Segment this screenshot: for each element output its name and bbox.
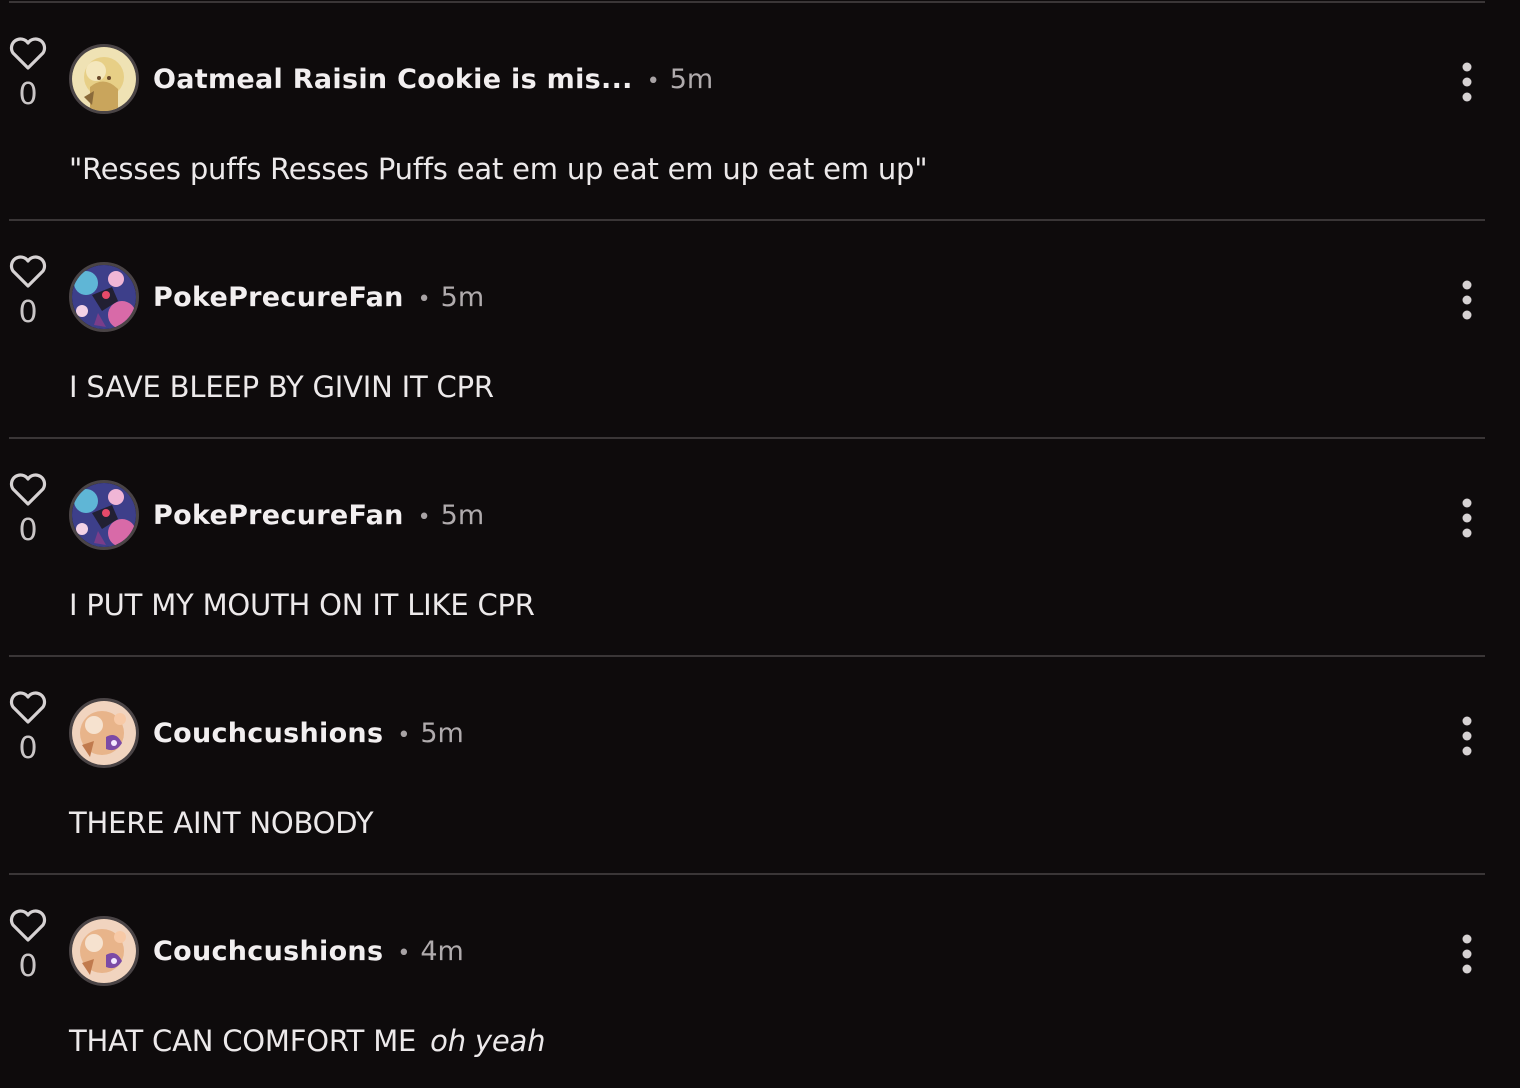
like-control: 0 (6, 908, 50, 984)
comment-text-main: "Resses puffs Resses Puffs eat em up eat… (69, 152, 928, 186)
separator-dot: • (417, 287, 431, 312)
username[interactable]: Couchcushions (153, 936, 383, 967)
username[interactable]: PokePrecureFan (153, 282, 404, 313)
comment-item: 0 PokePrecureFan • 5m I SAVE BLEEP BY GIVI… (0, 222, 1520, 440)
comment-meta: Oatmeal Raisin Cookie is mis... • 5m (153, 60, 713, 100)
more-vertical-icon[interactable] (1452, 60, 1482, 104)
avatar[interactable] (69, 262, 139, 332)
comment-text-main: THAT CAN COMFORT ME (69, 1024, 417, 1058)
couchcushions-avatar (72, 701, 136, 765)
like-count: 0 (18, 295, 38, 330)
comment-item: 0 PokePrecureFan • 5m I PUT MY MOUTH ON IT… (0, 440, 1520, 658)
more-vertical-icon[interactable] (1452, 932, 1482, 976)
timestamp: 5m (440, 500, 485, 531)
separator-dot: • (646, 69, 660, 94)
avatar[interactable] (69, 44, 139, 114)
comment-text: I SAVE BLEEP BY GIVIN IT CPR (69, 370, 508, 404)
like-count: 0 (18, 949, 38, 984)
heart-outline-icon[interactable] (8, 690, 48, 726)
comment-divider (9, 437, 1485, 439)
more-vertical-icon[interactable] (1452, 278, 1482, 322)
comment-item: 0 Couchcushions • 4m THAT CAN COMFORT ME oh… (0, 876, 1520, 1088)
timestamp: 5m (420, 718, 464, 749)
timestamp: 5m (669, 64, 714, 95)
oatmeal-raisin-cookie-avatar (72, 47, 136, 111)
pokeprecurefan-avatar (72, 483, 136, 547)
couchcushions-avatar (72, 919, 136, 983)
username[interactable]: Couchcushions (153, 718, 383, 749)
like-control: 0 (6, 36, 50, 112)
pokeprecurefan-avatar (72, 265, 136, 329)
comment-meta: Couchcushions • 5m (153, 714, 464, 754)
heart-outline-icon[interactable] (8, 254, 48, 290)
heart-outline-icon[interactable] (8, 472, 48, 508)
comment-divider (9, 873, 1485, 875)
more-vertical-icon[interactable] (1452, 714, 1482, 758)
heart-outline-icon[interactable] (8, 36, 48, 72)
timestamp: 5m (440, 282, 485, 313)
username[interactable]: PokePrecureFan (153, 500, 404, 531)
comment-divider (9, 219, 1485, 221)
comment-text: THERE AINT NOBODY (69, 806, 387, 840)
like-count: 0 (18, 731, 38, 766)
like-control: 0 (6, 254, 50, 330)
separator-dot: • (397, 941, 411, 966)
comment-text: THAT CAN COMFORT ME oh yeah (69, 1024, 545, 1058)
timestamp: 4m (420, 936, 464, 967)
comment-meta: PokePrecureFan • 5m (153, 278, 484, 318)
like-control: 0 (6, 472, 50, 548)
comment-meta: PokePrecureFan • 5m (153, 496, 484, 536)
avatar[interactable] (69, 698, 139, 768)
comment-text-italic: oh yeah (430, 1024, 546, 1058)
like-count: 0 (18, 77, 38, 112)
comment-text: I PUT MY MOUTH ON IT LIKE CPR (69, 588, 549, 622)
username[interactable]: Oatmeal Raisin Cookie is mis... (153, 64, 633, 95)
comment-divider (9, 655, 1485, 657)
comment-divider (9, 1, 1485, 3)
comment-text-main: I SAVE BLEEP BY GIVIN IT CPR (69, 370, 494, 404)
avatar[interactable] (69, 480, 139, 550)
comment-meta: Couchcushions • 4m (153, 932, 464, 972)
heart-outline-icon[interactable] (8, 908, 48, 944)
comment-text-main: I PUT MY MOUTH ON IT LIKE CPR (69, 588, 535, 622)
like-control: 0 (6, 690, 50, 766)
comment-text-main: THERE AINT NOBODY (69, 806, 374, 840)
comment-feed: 0 Oatmeal Raisin Cookie is mis... • 5m "Re… (0, 0, 1520, 1088)
avatar[interactable] (69, 916, 139, 986)
separator-dot: • (397, 723, 411, 748)
like-count: 0 (18, 513, 38, 548)
more-vertical-icon[interactable] (1452, 496, 1482, 540)
comment-item: 0 Oatmeal Raisin Cookie is mis... • 5m "Re… (0, 4, 1520, 222)
comment-text: "Resses puffs Resses Puffs eat em up eat… (69, 152, 941, 186)
separator-dot: • (417, 505, 431, 530)
comment-item: 0 Couchcushions • 5m THERE AINT NOBODY (0, 658, 1520, 876)
